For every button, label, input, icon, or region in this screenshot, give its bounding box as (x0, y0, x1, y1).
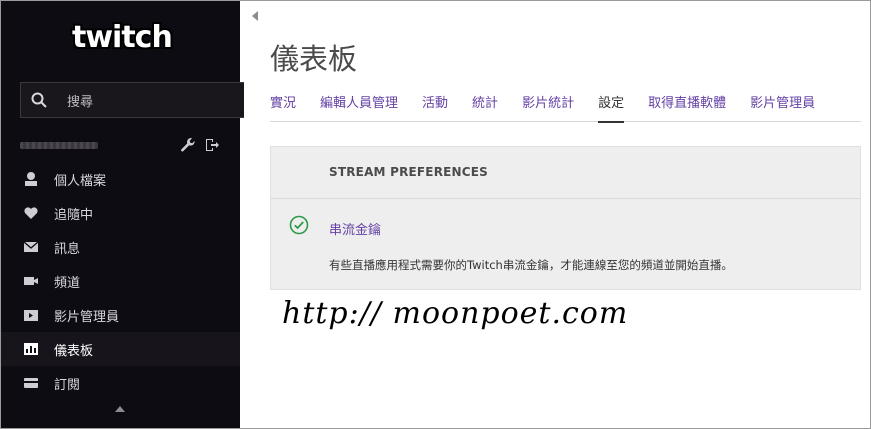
video-manager-icon (22, 306, 40, 324)
twitch-logo[interactable]: twitch (72, 20, 173, 60)
wrench-icon[interactable] (180, 137, 196, 153)
profile-icon (22, 170, 40, 188)
sidebar-item-channel[interactable]: 頻道 (0, 264, 240, 298)
tab-live[interactable]: 實況 (270, 88, 296, 122)
tab-stats[interactable]: 統計 (472, 88, 498, 122)
panel-header: STREAM PREFERENCES (271, 147, 860, 199)
sidebar-item-messages[interactable]: 訊息 (0, 230, 240, 264)
chevron-left-icon[interactable] (252, 11, 258, 21)
sidebar-item-label: 儀表板 (54, 343, 94, 359)
sidebar-item-label: 訂閱 (54, 377, 81, 393)
check-circle-icon (289, 215, 309, 235)
video-camera-icon (22, 272, 40, 290)
stream-key-link[interactable]: 串流金鑰 (329, 219, 381, 238)
card-icon (22, 374, 40, 392)
sidebar-item-label: 影片管理員 (54, 309, 120, 325)
collapse-up-icon[interactable] (115, 406, 125, 412)
sidebar-item-profile[interactable]: 個人檔案 (0, 162, 240, 196)
search-input[interactable]: 搜尋 (67, 91, 93, 110)
tab-broadcast-software[interactable]: 取得直播軟體 (648, 88, 726, 122)
sidebar-item-label: 追隨中 (54, 207, 94, 223)
sidebar-nav: 個人檔案 追隨中 訊息 頻道 影片管理員 儀表板 訂閱 (0, 162, 240, 400)
tab-editors[interactable]: 編輯人員管理 (320, 88, 398, 122)
watermark-text: http:// moonpoet.com (282, 296, 629, 331)
dashboard-icon (22, 340, 40, 358)
sidebar-item-dashboard[interactable]: 儀表板 (0, 332, 240, 366)
search-box[interactable]: 搜尋 (20, 82, 244, 118)
main-content: 儀表板 實況 編輯人員管理 活動 統計 影片統計 設定 取得直播軟體 影片管理員… (240, 0, 871, 429)
sidebar-item-label: 頻道 (54, 275, 81, 291)
tab-settings[interactable]: 設定 (598, 88, 625, 123)
page-title: 儀表板 (270, 42, 358, 76)
logout-icon[interactable] (204, 137, 220, 153)
username-redacted[interactable] (20, 142, 98, 149)
dashboard-tabs: 實況 編輯人員管理 活動 統計 影片統計 設定 取得直播軟體 影片管理員 (270, 88, 861, 123)
tab-video-manager[interactable]: 影片管理員 (750, 88, 815, 122)
sidebar-item-subscriptions[interactable]: 訂閱 (0, 366, 240, 400)
sidebar-item-label: 個人檔案 (54, 173, 107, 189)
user-bar (20, 136, 230, 154)
sidebar-item-video-manager[interactable]: 影片管理員 (0, 298, 240, 332)
panel-title: STREAM PREFERENCES (329, 165, 489, 179)
stream-key-description: 有些直播應用程式需要你的Twitch串流金鑰，才能連線至您的頻道並開始直播。 (329, 258, 733, 272)
sidebar-item-label: 訊息 (54, 241, 81, 257)
tab-activity[interactable]: 活動 (422, 88, 448, 122)
search-icon (21, 82, 57, 118)
sidebar-item-following[interactable]: 追隨中 (0, 196, 240, 230)
stream-preferences-panel: STREAM PREFERENCES 串流金鑰 有些直播應用程式需要你的Twit… (270, 146, 861, 290)
heart-icon (22, 204, 40, 222)
tab-video-stats[interactable]: 影片統計 (522, 88, 574, 122)
sidebar: twitch 搜尋 個人檔案 追隨中 訊息 頻道 影片管理員 儀表板 訂閱 (0, 0, 244, 429)
envelope-icon (22, 238, 40, 256)
logo-text: twitch (72, 20, 173, 55)
